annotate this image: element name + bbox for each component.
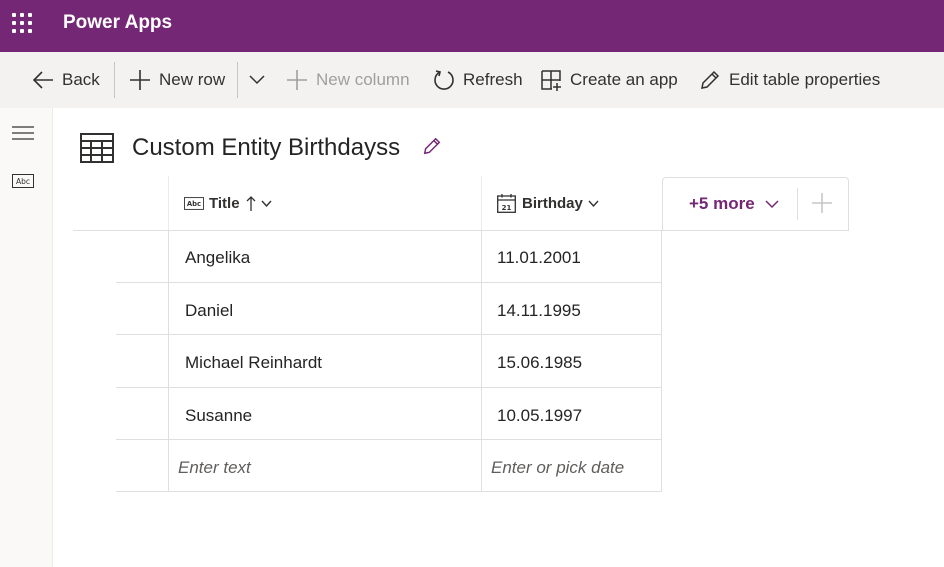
text-field-icon: Abc — [184, 197, 204, 210]
create-app-button[interactable]: Create an app — [540, 52, 678, 108]
cell-title[interactable]: Daniel — [185, 301, 233, 321]
new-row-dropdown[interactable] — [249, 52, 273, 108]
cell-title[interactable]: Susanne — [185, 406, 252, 426]
svg-text:Abc: Abc — [16, 177, 30, 186]
app-header: Power Apps — [0, 0, 944, 52]
more-columns-button[interactable]: +5 more — [689, 194, 779, 214]
divider — [114, 62, 115, 98]
back-label: Back — [62, 70, 100, 89]
cell-title[interactable]: Angelika — [185, 248, 250, 268]
refresh-icon — [434, 70, 454, 90]
divider — [168, 176, 169, 231]
new-row-button[interactable]: New row — [129, 52, 225, 108]
more-columns-label: +5 more — [689, 194, 755, 213]
edit-table-label: Edit table properties — [729, 70, 881, 89]
divider — [481, 176, 482, 231]
hamburger-menu-icon[interactable] — [12, 126, 34, 145]
page-header: Custom Entity Birthdayss — [80, 132, 442, 164]
sort-ascending-icon — [246, 195, 256, 211]
refresh-button[interactable]: Refresh — [433, 52, 523, 108]
column-header-birthday[interactable]: 21 Birthday — [497, 176, 599, 231]
header-divider — [73, 230, 849, 231]
create-app-icon — [541, 70, 561, 91]
refresh-label: Refresh — [463, 70, 523, 89]
divider — [237, 62, 238, 98]
divider — [168, 231, 169, 492]
table-icon — [80, 133, 114, 163]
pencil-icon — [701, 70, 720, 89]
svg-text:21: 21 — [502, 204, 512, 212]
new-title-input[interactable]: Enter text — [178, 458, 251, 478]
column-label-title: Title — [209, 195, 240, 212]
page-title: Custom Entity Birthdayss — [132, 134, 401, 161]
new-column-label: New column — [316, 70, 410, 89]
create-app-label: Create an app — [570, 70, 678, 89]
row-divider — [116, 334, 662, 335]
cell-birthday[interactable]: 14.11.1995 — [497, 301, 581, 321]
plus-icon — [287, 70, 307, 90]
cell-title[interactable]: Michael Reinhardt — [185, 353, 322, 373]
new-birthday-input[interactable]: Enter or pick date — [491, 458, 624, 478]
chevron-down-icon — [588, 200, 599, 207]
more-columns-panel: +5 more — [662, 177, 849, 231]
edit-title-pencil-icon[interactable] — [422, 136, 442, 161]
row-divider — [116, 282, 662, 283]
column-label-birthday: Birthday — [522, 195, 583, 212]
add-column-plus-icon[interactable] — [811, 192, 833, 219]
left-navigation: Abc — [0, 108, 53, 567]
new-row-label: New row — [159, 70, 226, 89]
app-title[interactable]: Power Apps — [63, 12, 172, 34]
column-header-title[interactable]: Abc Title — [184, 176, 272, 231]
plus-icon — [130, 70, 150, 90]
back-button[interactable]: Back — [32, 52, 100, 108]
divider — [797, 188, 798, 220]
cell-birthday[interactable]: 10.05.1997 — [497, 406, 582, 426]
calendar-icon: 21 — [497, 194, 516, 213]
cell-birthday[interactable]: 11.01.2001 — [497, 248, 581, 268]
chevron-down-icon — [249, 75, 265, 85]
row-divider — [116, 439, 662, 440]
row-divider — [116, 387, 662, 388]
edit-table-properties-button[interactable]: Edit table properties — [699, 52, 880, 108]
divider — [481, 231, 482, 492]
chevron-down-icon — [261, 200, 272, 207]
new-column-button[interactable]: New column — [286, 52, 410, 108]
app-launcher-icon[interactable] — [12, 13, 32, 33]
arrow-left-icon — [32, 71, 53, 89]
svg-text:Abc: Abc — [187, 200, 201, 208]
text-field-icon[interactable]: Abc — [12, 174, 34, 193]
divider — [661, 231, 662, 492]
row-divider — [116, 491, 662, 492]
command-bar: Back New row New column Refresh Create a… — [0, 52, 944, 108]
chevron-down-icon — [765, 199, 779, 208]
cell-birthday[interactable]: 15.06.1985 — [497, 353, 582, 373]
